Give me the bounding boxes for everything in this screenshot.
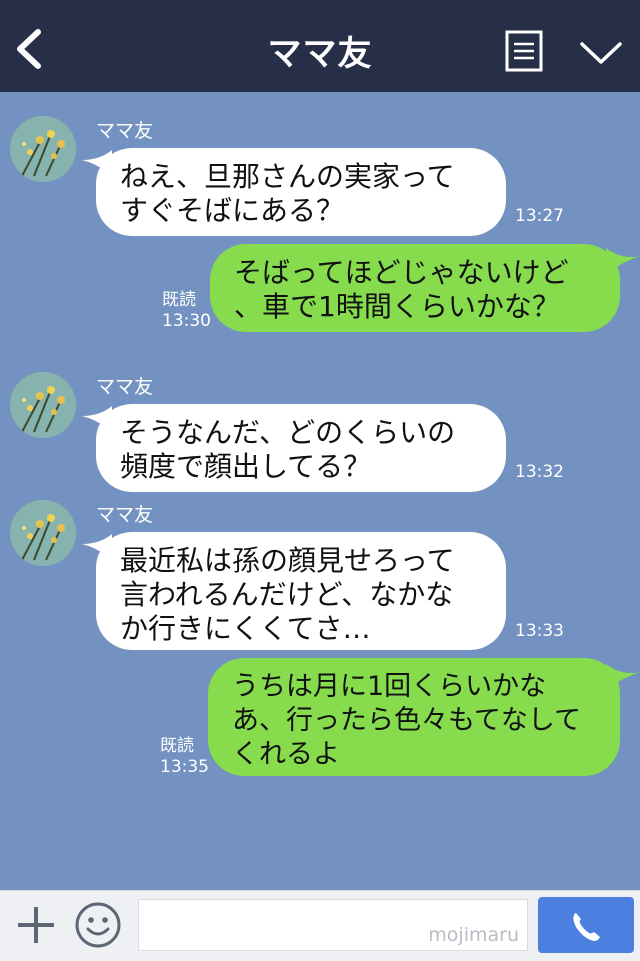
- chat-header: ママ友: [0, 0, 640, 92]
- message-time: 13:27: [515, 206, 564, 226]
- avatar[interactable]: [10, 116, 76, 182]
- message-input[interactable]: mojimaru: [138, 899, 528, 951]
- flower-avatar-icon: [10, 116, 76, 182]
- watermark: mojimaru: [428, 924, 519, 946]
- message-time: 13:35: [160, 757, 209, 777]
- smiley-icon: [75, 902, 121, 948]
- message-bubble-received[interactable]: 最近私は孫の顔見せろって 言われるんだけど、なかな か行きにくくてさ…: [96, 532, 506, 650]
- flower-avatar-icon: [10, 500, 76, 566]
- phone-icon: [573, 913, 600, 941]
- message-bubble-sent[interactable]: そばってほどじゃないけど 、車で1時間くらいかな？: [210, 244, 620, 332]
- sender-name: ママ友: [96, 504, 154, 526]
- message-time: 13:33: [515, 621, 564, 641]
- list-icon: [505, 30, 543, 72]
- collapse-button[interactable]: [578, 36, 624, 68]
- flower-avatar-icon: [10, 372, 76, 438]
- avatar[interactable]: [10, 372, 76, 438]
- menu-button[interactable]: [505, 30, 543, 72]
- read-receipt: 既読: [162, 290, 196, 310]
- plus-icon: [18, 907, 54, 943]
- avatar[interactable]: [10, 500, 76, 566]
- message-bubble-received[interactable]: そうなんだ、どのくらいの 頻度で顔出してる？: [96, 404, 506, 492]
- emoji-button[interactable]: [74, 901, 122, 949]
- sender-name: ママ友: [96, 120, 154, 142]
- chat-title: ママ友: [267, 34, 373, 74]
- add-button[interactable]: [14, 903, 58, 947]
- message-time: 13:32: [515, 462, 564, 482]
- input-bar: mojimaru: [0, 890, 640, 961]
- sender-name: ママ友: [96, 376, 154, 398]
- chevron-down-icon: [580, 42, 622, 64]
- message-time: 13:30: [162, 311, 211, 331]
- message-bubble-received[interactable]: ねえ、旦那さんの実家って すぐそばにある？: [96, 148, 506, 236]
- call-button[interactable]: [538, 897, 634, 953]
- message-bubble-sent[interactable]: うちは月に1回くらいかな あ、行ったら色々もてなして くれるよ: [208, 658, 620, 776]
- read-receipt: 既読: [160, 736, 194, 756]
